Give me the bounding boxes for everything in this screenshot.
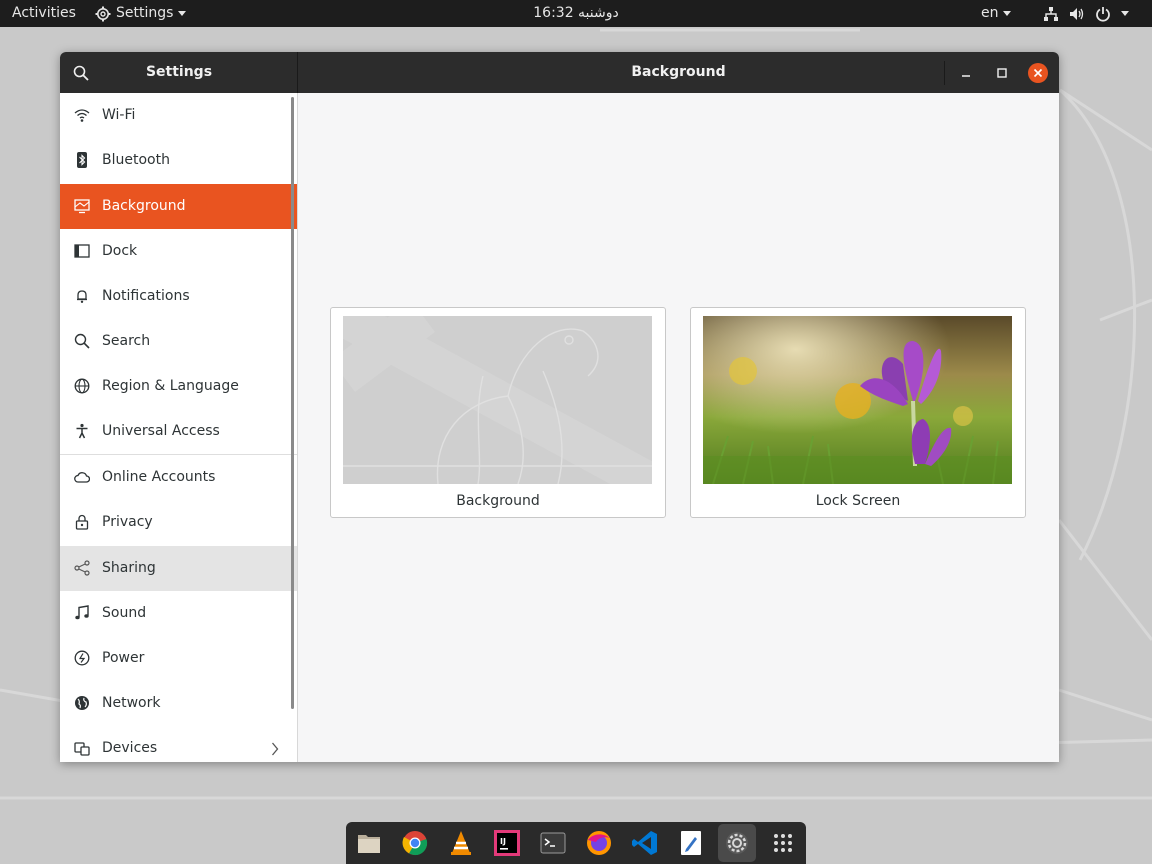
sidebar-item-wifi[interactable]: Wi-Fi bbox=[60, 93, 297, 138]
search-icon[interactable] bbox=[73, 65, 89, 81]
chevron-down-icon bbox=[1121, 11, 1129, 16]
sidebar-item-label: Sound bbox=[102, 605, 147, 621]
header-divider bbox=[944, 61, 945, 85]
svg-text:IJ: IJ bbox=[500, 837, 506, 846]
lock-icon bbox=[75, 514, 89, 530]
sidebar-item-label: Dock bbox=[102, 243, 138, 259]
sidebar-item-label: Sharing bbox=[102, 560, 156, 576]
minimize-button[interactable] bbox=[956, 63, 976, 83]
sidebar-item-label: Search bbox=[102, 333, 151, 349]
intellij-icon[interactable]: IJ bbox=[492, 828, 522, 858]
settings-window: Settings Background Wi-Fi Bluetooth Back… bbox=[60, 52, 1059, 762]
sidebar-item-label: Bluetooth bbox=[102, 152, 170, 168]
chevron-right-icon bbox=[272, 742, 279, 756]
dock-icon bbox=[74, 244, 90, 258]
lock-screen-card[interactable]: Lock Screen bbox=[690, 307, 1026, 518]
card-caption: Background bbox=[456, 493, 540, 509]
header-bar: Settings Background bbox=[60, 52, 1059, 93]
bell-icon bbox=[77, 290, 87, 303]
text-editor-icon[interactable] bbox=[676, 828, 706, 858]
sidebar-item-search[interactable]: Search bbox=[60, 319, 297, 364]
sidebar-item-background[interactable]: Background bbox=[60, 184, 297, 229]
sidebar-item-sound[interactable]: Sound bbox=[60, 591, 297, 636]
background-card[interactable]: Background bbox=[330, 307, 666, 518]
sidebar: Wi-Fi Bluetooth Background Dock Notifica… bbox=[60, 93, 298, 762]
sidebar-item-label: Region & Language bbox=[102, 378, 239, 394]
sidebar-item-label: Privacy bbox=[102, 514, 153, 530]
sidebar-item-devices[interactable]: Devices bbox=[60, 726, 297, 762]
sidebar-scrollbar[interactable] bbox=[291, 97, 294, 709]
top-bar: Activities Settings 16:32 دوشنبه en bbox=[0, 0, 1152, 27]
maximize-button[interactable] bbox=[992, 63, 1012, 83]
background-icon bbox=[74, 199, 90, 214]
sidebar-item-privacy[interactable]: Privacy bbox=[60, 500, 297, 545]
system-menu-button[interactable] bbox=[1043, 0, 1129, 27]
input-language-button[interactable]: en bbox=[981, 0, 1011, 27]
chrome-icon[interactable] bbox=[400, 828, 430, 858]
volume-icon bbox=[1070, 7, 1084, 20]
chevron-down-icon bbox=[1002, 11, 1011, 16]
sidebar-header: Settings bbox=[60, 52, 298, 93]
search-icon bbox=[74, 333, 90, 349]
files-icon[interactable] bbox=[354, 828, 384, 858]
wifi-icon bbox=[74, 109, 90, 122]
sidebar-item-power[interactable]: Power bbox=[60, 636, 297, 681]
sidebar-item-label: Universal Access bbox=[102, 423, 220, 439]
devices-icon bbox=[74, 742, 90, 756]
sidebar-item-bluetooth[interactable]: Bluetooth bbox=[60, 138, 297, 183]
sidebar-item-notifications[interactable]: Notifications bbox=[60, 274, 297, 319]
accessibility-icon bbox=[76, 423, 88, 439]
background-preview bbox=[343, 316, 652, 484]
globe-icon bbox=[74, 378, 90, 394]
background-panel: Background Lock Screen bbox=[299, 93, 1059, 762]
sidebar-title: Settings bbox=[145, 64, 213, 80]
network-wired-icon bbox=[1044, 6, 1058, 21]
cloud-icon bbox=[74, 472, 90, 483]
sidebar-item-label: Power bbox=[102, 650, 145, 666]
vscode-icon[interactable] bbox=[630, 828, 660, 858]
sidebar-item-dock[interactable]: Dock bbox=[60, 229, 297, 274]
sidebar-item-sharing[interactable]: Sharing bbox=[60, 546, 297, 591]
sidebar-item-label: Background bbox=[102, 198, 186, 214]
show-apps-icon[interactable] bbox=[768, 828, 798, 858]
card-caption: Lock Screen bbox=[815, 493, 901, 509]
sidebar-item-label: Wi-Fi bbox=[102, 107, 136, 123]
bluetooth-icon bbox=[77, 152, 87, 168]
language-label: en bbox=[981, 5, 999, 21]
sidebar-item-universal-access[interactable]: Universal Access bbox=[60, 409, 297, 454]
share-icon bbox=[74, 560, 90, 576]
lock-screen-preview bbox=[703, 316, 1012, 484]
power-icon bbox=[74, 650, 90, 666]
dock: IJ bbox=[346, 822, 806, 864]
sidebar-item-online-accounts[interactable]: Online Accounts bbox=[60, 455, 297, 500]
settings-icon[interactable] bbox=[722, 828, 752, 858]
sidebar-item-label: Network bbox=[102, 695, 161, 711]
sidebar-item-network[interactable]: Network bbox=[60, 681, 297, 726]
network-icon bbox=[75, 696, 89, 710]
music-note-icon bbox=[75, 605, 89, 620]
close-button[interactable] bbox=[1028, 63, 1048, 83]
sidebar-item-label: Online Accounts bbox=[102, 469, 216, 485]
sidebar-item-label: Notifications bbox=[102, 288, 190, 304]
sidebar-item-label: Devices bbox=[102, 740, 158, 756]
firefox-icon[interactable] bbox=[584, 828, 614, 858]
vlc-icon[interactable] bbox=[446, 828, 476, 858]
terminal-icon[interactable] bbox=[538, 828, 568, 858]
sidebar-item-region-language[interactable]: Region & Language bbox=[60, 364, 297, 409]
power-icon bbox=[1096, 6, 1110, 22]
clock[interactable]: 16:32 دوشنبه bbox=[0, 0, 1152, 27]
